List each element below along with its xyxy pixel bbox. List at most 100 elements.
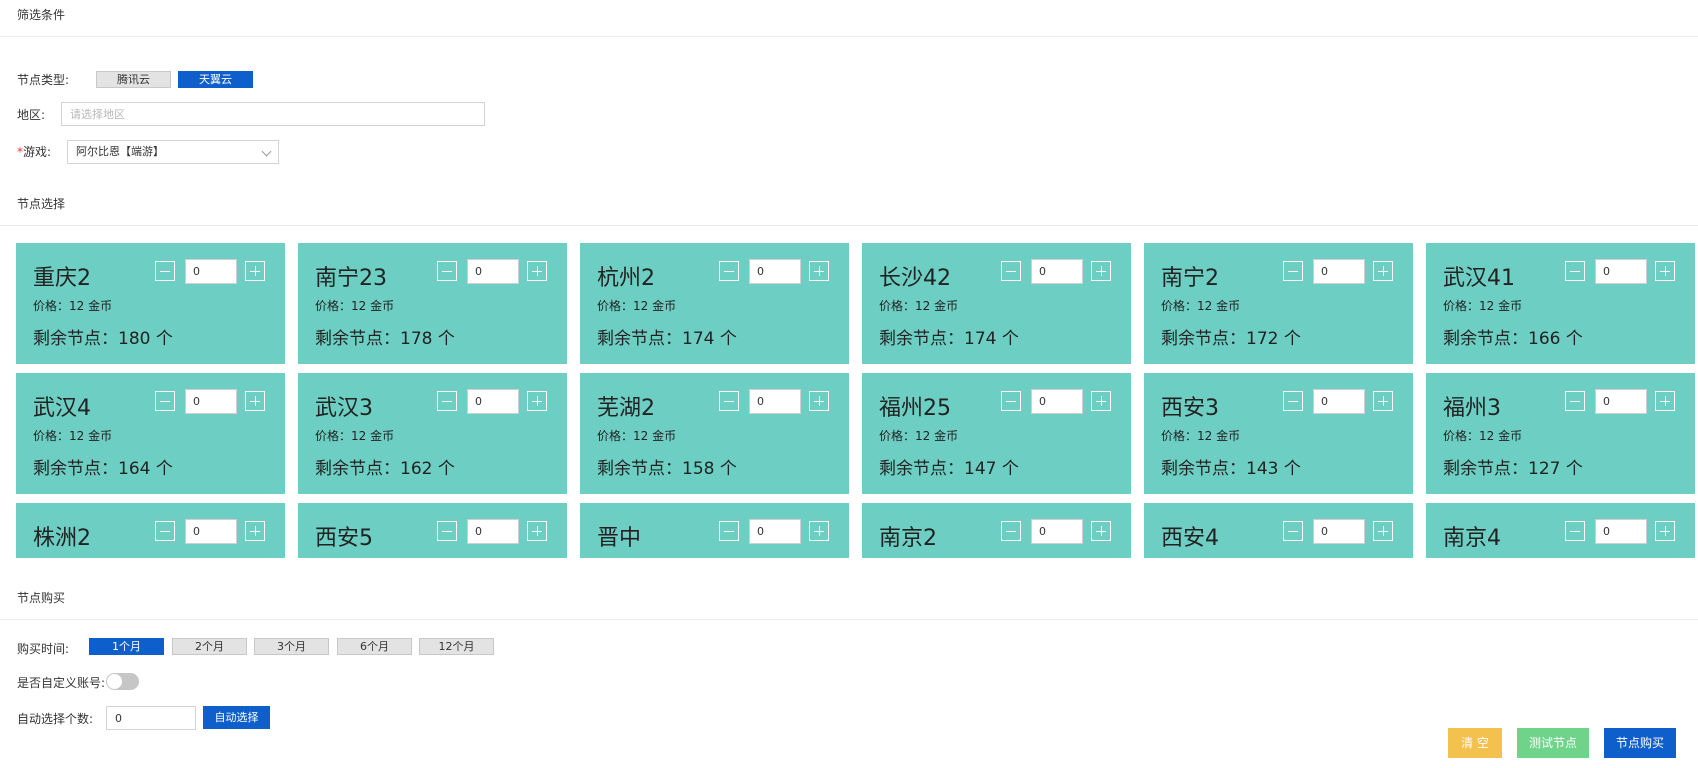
plus-icon[interactable] bbox=[1373, 261, 1393, 281]
quantity-input[interactable]: 0 bbox=[1313, 259, 1365, 284]
minus-icon[interactable] bbox=[1565, 521, 1585, 541]
test-node-button[interactable]: 测试节点 bbox=[1517, 728, 1589, 758]
node-card[interactable]: 西安4 0 bbox=[1144, 503, 1413, 558]
plus-icon[interactable] bbox=[1655, 521, 1675, 541]
duration-6-month-button[interactable]: 6个月 bbox=[337, 638, 412, 655]
node-type-tianyi-button[interactable]: 天翼云 bbox=[178, 71, 253, 88]
minus-icon[interactable] bbox=[1565, 261, 1585, 281]
minus-icon[interactable] bbox=[155, 261, 175, 281]
node-remaining-value: 147 个 bbox=[964, 459, 1019, 479]
node-card[interactable]: 芜湖2 价格：12 金币 剩余节点：158 个 0 bbox=[580, 373, 849, 494]
node-card[interactable]: 南宁2 价格：12 金币 剩余节点：172 个 0 bbox=[1144, 243, 1413, 364]
plus-icon[interactable] bbox=[809, 521, 829, 541]
quantity-input[interactable]: 0 bbox=[749, 259, 801, 284]
quantity-input[interactable]: 0 bbox=[467, 259, 519, 284]
node-card[interactable]: 武汉41 价格：12 金币 剩余节点：166 个 0 bbox=[1426, 243, 1695, 364]
plus-icon[interactable] bbox=[1655, 391, 1675, 411]
node-card[interactable]: 晋中 0 bbox=[580, 503, 849, 558]
region-input[interactable] bbox=[61, 102, 485, 126]
node-card[interactable]: 武汉4 价格：12 金币 剩余节点：164 个 0 bbox=[16, 373, 285, 494]
node-card[interactable]: 西安3 价格：12 金币 剩余节点：143 个 0 bbox=[1144, 373, 1413, 494]
node-remaining-value: 164 个 bbox=[118, 459, 173, 479]
node-card[interactable]: 南京2 0 bbox=[862, 503, 1131, 558]
minus-icon[interactable] bbox=[1283, 391, 1303, 411]
node-remaining-value: 143 个 bbox=[1246, 459, 1301, 479]
quantity-input[interactable]: 0 bbox=[749, 519, 801, 544]
node-card[interactable]: 南京4 0 bbox=[1426, 503, 1695, 558]
duration-3-month-button[interactable]: 3个月 bbox=[254, 638, 329, 655]
node-card[interactable]: 长沙42 价格：12 金币 剩余节点：174 个 0 bbox=[862, 243, 1131, 364]
quantity-input[interactable]: 0 bbox=[1595, 389, 1647, 414]
node-card[interactable]: 福州25 价格：12 金币 剩余节点：147 个 0 bbox=[862, 373, 1131, 494]
node-card[interactable]: 西安5 0 bbox=[298, 503, 567, 558]
quantity-input[interactable]: 0 bbox=[185, 389, 237, 414]
plus-icon[interactable] bbox=[1091, 391, 1111, 411]
minus-icon[interactable] bbox=[155, 521, 175, 541]
node-price: 价格：12 金币 bbox=[1161, 297, 1240, 314]
minus-icon[interactable] bbox=[719, 261, 739, 281]
plus-icon[interactable] bbox=[1373, 521, 1393, 541]
plus-icon[interactable] bbox=[1091, 521, 1111, 541]
plus-icon[interactable] bbox=[245, 261, 265, 281]
plus-icon[interactable] bbox=[245, 391, 265, 411]
plus-icon[interactable] bbox=[527, 521, 547, 541]
node-price: 价格：12 金币 bbox=[879, 297, 958, 314]
node-remaining-label: 剩余节点： bbox=[1443, 329, 1528, 349]
quantity-input[interactable]: 0 bbox=[185, 519, 237, 544]
plus-icon[interactable] bbox=[1091, 261, 1111, 281]
quantity-stepper: 0 bbox=[155, 519, 274, 545]
minus-icon[interactable] bbox=[1283, 521, 1303, 541]
node-card[interactable]: 杭州2 价格：12 金币 剩余节点：174 个 0 bbox=[580, 243, 849, 364]
plus-icon[interactable] bbox=[527, 391, 547, 411]
quantity-input[interactable]: 0 bbox=[1031, 519, 1083, 544]
minus-icon[interactable] bbox=[719, 391, 739, 411]
minus-icon[interactable] bbox=[437, 261, 457, 281]
clear-button[interactable]: 清 空 bbox=[1448, 728, 1502, 758]
minus-icon[interactable] bbox=[1001, 521, 1021, 541]
minus-icon[interactable] bbox=[1001, 261, 1021, 281]
quantity-stepper: 0 bbox=[437, 389, 556, 415]
node-card[interactable]: 重庆2 价格：12 金币 剩余节点：180 个 0 bbox=[16, 243, 285, 364]
node-card[interactable]: 株洲2 0 bbox=[16, 503, 285, 558]
game-select[interactable]: 阿尔比恩【端游】 bbox=[67, 140, 279, 164]
minus-icon[interactable] bbox=[1565, 391, 1585, 411]
minus-icon[interactable] bbox=[1283, 261, 1303, 281]
minus-icon[interactable] bbox=[437, 391, 457, 411]
plus-icon[interactable] bbox=[527, 261, 547, 281]
node-remaining-value: 162 个 bbox=[400, 459, 455, 479]
buy-node-button[interactable]: 节点购买 bbox=[1604, 728, 1676, 758]
quantity-input[interactable]: 0 bbox=[1313, 389, 1365, 414]
plus-icon[interactable] bbox=[809, 391, 829, 411]
quantity-input[interactable]: 0 bbox=[749, 389, 801, 414]
custom-account-toggle[interactable] bbox=[106, 673, 139, 690]
auto-count-input[interactable] bbox=[106, 706, 196, 730]
minus-icon[interactable] bbox=[437, 521, 457, 541]
plus-icon[interactable] bbox=[809, 261, 829, 281]
quantity-input[interactable]: 0 bbox=[1031, 389, 1083, 414]
quantity-input[interactable]: 0 bbox=[1031, 259, 1083, 284]
quantity-input[interactable]: 0 bbox=[1595, 259, 1647, 284]
node-remaining-label: 剩余节点： bbox=[1161, 459, 1246, 479]
quantity-input[interactable]: 0 bbox=[185, 259, 237, 284]
plus-icon[interactable] bbox=[1655, 261, 1675, 281]
quantity-stepper: 0 bbox=[437, 259, 556, 285]
minus-icon[interactable] bbox=[1001, 391, 1021, 411]
node-type-tencent-button[interactable]: 腾讯云 bbox=[96, 71, 171, 88]
node-remaining-label: 剩余节点： bbox=[315, 329, 400, 349]
minus-icon[interactable] bbox=[719, 521, 739, 541]
quantity-input[interactable]: 0 bbox=[467, 389, 519, 414]
quantity-input[interactable]: 0 bbox=[467, 519, 519, 544]
minus-icon[interactable] bbox=[155, 391, 175, 411]
plus-icon[interactable] bbox=[245, 521, 265, 541]
node-card[interactable]: 福州3 价格：12 金币 剩余节点：127 个 0 bbox=[1426, 373, 1695, 494]
duration-12-month-button[interactable]: 12个月 bbox=[419, 638, 494, 655]
duration-2-month-button[interactable]: 2个月 bbox=[172, 638, 247, 655]
node-select-title: 节点选择 bbox=[17, 197, 66, 211]
auto-select-button[interactable]: 自动选择 bbox=[203, 706, 270, 729]
plus-icon[interactable] bbox=[1373, 391, 1393, 411]
node-card[interactable]: 南宁23 价格：12 金币 剩余节点：178 个 0 bbox=[298, 243, 567, 364]
node-card[interactable]: 武汉3 价格：12 金币 剩余节点：162 个 0 bbox=[298, 373, 567, 494]
quantity-input[interactable]: 0 bbox=[1313, 519, 1365, 544]
duration-1-month-button[interactable]: 1个月 bbox=[89, 638, 164, 655]
quantity-input[interactable]: 0 bbox=[1595, 519, 1647, 544]
